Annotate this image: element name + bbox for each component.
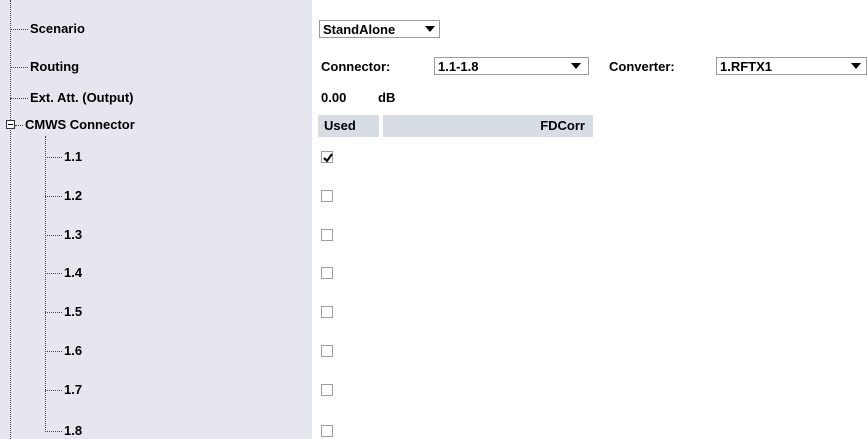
tree-item-connector-1-4[interactable]: 1.4 — [64, 265, 82, 281]
used-checkbox-1-2[interactable] — [321, 190, 333, 202]
scenario-dropdown[interactable]: StandAlone — [319, 20, 440, 38]
chevron-down-icon[interactable] — [425, 26, 435, 32]
tree-item-cmws-connector[interactable]: CMWS Connector — [25, 117, 135, 133]
tree-item-ext-att-output[interactable]: Ext. Att. (Output) — [30, 90, 134, 106]
connector-dropdown[interactable]: 1.1-1.8 — [434, 57, 589, 75]
tree-panel: Scenario Routing Ext. Att. (Output) CMWS… — [0, 0, 312, 439]
collapse-toggle-icon[interactable] — [6, 120, 15, 129]
tree-line — [10, 29, 28, 30]
tree-line — [45, 136, 46, 432]
column-header-used[interactable]: Used — [318, 115, 379, 137]
tree-line — [10, 67, 28, 68]
tree-line — [45, 273, 62, 274]
tree-line — [15, 125, 23, 126]
tree-item-routing[interactable]: Routing — [30, 59, 79, 75]
converter-dropdown[interactable]: 1.RFTX1 — [716, 57, 867, 75]
tree-item-connector-1-5[interactable]: 1.5 — [64, 304, 82, 320]
used-checkbox-1-8[interactable] — [321, 425, 333, 437]
column-header-fdcorr[interactable]: FDCorr — [383, 115, 593, 137]
ext-att-unit: dB — [378, 90, 396, 105]
tree-item-connector-1-3[interactable]: 1.3 — [64, 227, 82, 243]
tree-item-scenario[interactable]: Scenario — [30, 21, 85, 37]
tree-line — [45, 390, 62, 391]
connector-label: Connector: — [321, 59, 391, 74]
tree-line — [45, 351, 62, 352]
used-checkbox-1-1[interactable] — [321, 151, 333, 163]
tree-item-connector-1-6[interactable]: 1.6 — [64, 343, 82, 359]
column-header-fdcorr-label: FDCorr — [540, 118, 585, 133]
connector-value: 1.1-1.8 — [438, 59, 479, 74]
tree-item-connector-1-8[interactable]: 1.8 — [64, 423, 82, 439]
ext-att-value[interactable]: 0.00 — [321, 90, 346, 106]
used-checkbox-1-7[interactable] — [321, 384, 333, 396]
tree-line — [45, 157, 62, 158]
tree-item-connector-1-2[interactable]: 1.2 — [64, 188, 82, 204]
chevron-down-icon[interactable] — [571, 63, 581, 69]
column-header-used-label: Used — [324, 118, 356, 133]
tree-line — [45, 196, 62, 197]
used-checkbox-1-6[interactable] — [321, 345, 333, 357]
used-checkbox-1-4[interactable] — [321, 267, 333, 279]
tree-line — [45, 431, 62, 432]
tree-item-connector-1-7[interactable]: 1.7 — [64, 382, 82, 398]
converter-label: Converter: — [609, 59, 675, 74]
used-checkbox-1-3[interactable] — [321, 229, 333, 241]
tree-line — [45, 235, 62, 236]
scenario-value: StandAlone — [323, 22, 396, 37]
tree-line — [45, 312, 62, 313]
checkmark-icon — [323, 153, 333, 163]
converter-value: 1.RFTX1 — [720, 59, 773, 74]
tree-line — [10, 130, 11, 439]
tree-item-connector-1-1[interactable]: 1.1 — [64, 149, 82, 165]
chevron-down-icon[interactable] — [851, 63, 861, 69]
tree-line — [10, 98, 28, 99]
tree-line — [10, 0, 11, 120]
used-checkbox-1-5[interactable] — [321, 306, 333, 318]
